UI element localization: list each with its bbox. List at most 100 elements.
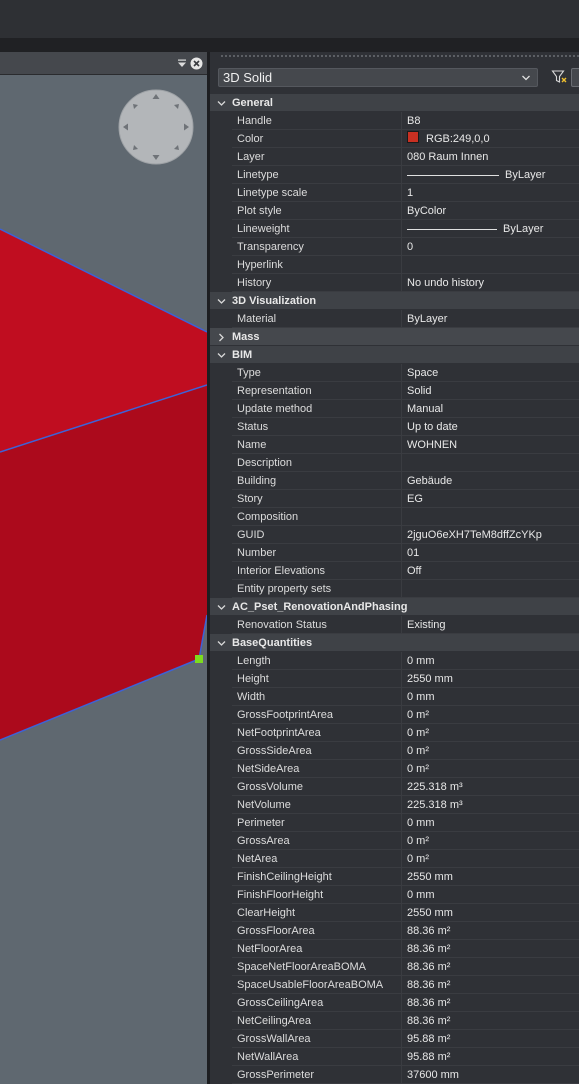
section-3d-visualization[interactable]: 3D Visualization	[210, 292, 579, 310]
property-value[interactable]: 2550 mm	[402, 904, 579, 922]
property-value[interactable]: 225.318 m³	[402, 796, 579, 814]
drawing-viewport[interactable]	[0, 52, 207, 1084]
property-row-material[interactable]: Material ByLayer	[210, 310, 579, 328]
property-row-spaceusablefloorareaboma[interactable]: SpaceUsableFloorAreaBOMA 88.36 m²	[210, 976, 579, 994]
property-value[interactable]: Solid	[402, 382, 579, 400]
property-value[interactable]: EG	[402, 490, 579, 508]
chevron-down-icon[interactable]	[210, 634, 232, 652]
property-row-update-method[interactable]: Update method Manual	[210, 400, 579, 418]
property-row-netsidearea[interactable]: NetSideArea 0 m²	[210, 760, 579, 778]
property-row-layer[interactable]: Layer 080 Raum Innen	[210, 148, 579, 166]
property-value[interactable]: 0 m²	[402, 742, 579, 760]
property-value[interactable]: Up to date	[402, 418, 579, 436]
property-row-color[interactable]: Color RGB:249,0,0	[210, 130, 579, 148]
property-value[interactable]: 88.36 m²	[402, 994, 579, 1012]
property-row-composition[interactable]: Composition	[210, 508, 579, 526]
property-value[interactable]: 080 Raum Innen	[402, 148, 579, 166]
property-value[interactable]: 88.36 m²	[402, 976, 579, 994]
property-value[interactable]: 01	[402, 544, 579, 562]
panel-grip[interactable]	[220, 54, 579, 58]
property-row-netvolume[interactable]: NetVolume 225.318 m³	[210, 796, 579, 814]
filter-icon[interactable]	[551, 69, 567, 85]
property-value[interactable]: No undo history	[402, 274, 579, 292]
viewport-menu-icon[interactable]	[177, 58, 187, 68]
property-value[interactable]: 2550 mm	[402, 670, 579, 688]
property-value[interactable]: 225.318 m³	[402, 778, 579, 796]
property-value[interactable]: Manual	[402, 400, 579, 418]
property-row-netfloorarea[interactable]: NetFloorArea 88.36 m²	[210, 940, 579, 958]
property-row-interior-elevations[interactable]: Interior Elevations Off	[210, 562, 579, 580]
property-row-clearheight[interactable]: ClearHeight 2550 mm	[210, 904, 579, 922]
property-row-linetype[interactable]: Linetype ByLayer	[210, 166, 579, 184]
section-ac-pset-renovationandphasing[interactable]: AC_Pset_RenovationAndPhasing	[210, 598, 579, 616]
property-row-grosssidearea[interactable]: GrossSideArea 0 m²	[210, 742, 579, 760]
property-value[interactable]: 88.36 m²	[402, 922, 579, 940]
property-row-grossvolume[interactable]: GrossVolume 225.318 m³	[210, 778, 579, 796]
property-value[interactable]: 1	[402, 184, 579, 202]
property-row-story[interactable]: Story EG	[210, 490, 579, 508]
property-row-netarea[interactable]: NetArea 0 m²	[210, 850, 579, 868]
property-value[interactable]: 0 mm	[402, 886, 579, 904]
object-type-selector[interactable]: 3D Solid	[218, 68, 538, 87]
property-value[interactable]: 88.36 m²	[402, 940, 579, 958]
property-row-name[interactable]: Name WOHNEN	[210, 436, 579, 454]
property-value[interactable]: RGB:249,0,0	[402, 130, 579, 148]
property-value[interactable]: 0 mm	[402, 688, 579, 706]
property-row-height[interactable]: Height 2550 mm	[210, 670, 579, 688]
property-value[interactable]: 0 mm	[402, 814, 579, 832]
property-row-grossfloorarea[interactable]: GrossFloorArea 88.36 m²	[210, 922, 579, 940]
property-row-grosswallarea[interactable]: GrossWallArea 95.88 m²	[210, 1030, 579, 1048]
property-value[interactable]: 37600 mm	[402, 1066, 579, 1084]
property-value[interactable]	[402, 508, 579, 526]
property-row-spacenetfloorareaboma[interactable]: SpaceNetFloorAreaBOMA 88.36 m²	[210, 958, 579, 976]
property-row-perimeter[interactable]: Perimeter 0 mm	[210, 814, 579, 832]
property-value[interactable]: WOHNEN	[402, 436, 579, 454]
close-icon[interactable]	[190, 57, 203, 70]
property-value[interactable]	[402, 256, 579, 274]
section-mass[interactable]: Mass	[210, 328, 579, 346]
property-value[interactable]: 0 m²	[402, 850, 579, 868]
property-row-description[interactable]: Description	[210, 454, 579, 472]
property-row-status[interactable]: Status Up to date	[210, 418, 579, 436]
property-value[interactable]	[402, 454, 579, 472]
chevron-down-icon[interactable]	[210, 346, 232, 364]
property-value[interactable]: 95.88 m²	[402, 1030, 579, 1048]
property-row-history[interactable]: History No undo history	[210, 274, 579, 292]
property-row-building[interactable]: Building Gebäude	[210, 472, 579, 490]
property-row-entity-property-sets[interactable]: Entity property sets	[210, 580, 579, 598]
property-value[interactable]: ByLayer	[402, 310, 579, 328]
property-row-plot-style[interactable]: Plot style ByColor	[210, 202, 579, 220]
section-bim[interactable]: BIM	[210, 346, 579, 364]
property-value[interactable]: ByLayer	[402, 220, 579, 238]
property-value[interactable]: 95.88 m²	[402, 1048, 579, 1066]
property-value[interactable]: 2550 mm	[402, 868, 579, 886]
property-row-length[interactable]: Length 0 mm	[210, 652, 579, 670]
property-value[interactable]: ByLayer	[402, 166, 579, 184]
property-row-netfootprintarea[interactable]: NetFootprintArea 0 m²	[210, 724, 579, 742]
property-row-grossarea[interactable]: GrossArea 0 m²	[210, 832, 579, 850]
property-value[interactable]: 0 m²	[402, 724, 579, 742]
property-row-netwallarea[interactable]: NetWallArea 95.88 m²	[210, 1048, 579, 1066]
property-row-handle[interactable]: Handle B8	[210, 112, 579, 130]
chevron-down-icon[interactable]	[210, 292, 232, 310]
property-value[interactable]: 88.36 m²	[402, 1012, 579, 1030]
property-row-grossperimeter[interactable]: GrossPerimeter 37600 mm	[210, 1066, 579, 1084]
property-row-hyperlink[interactable]: Hyperlink	[210, 256, 579, 274]
property-value[interactable]: 88.36 m²	[402, 958, 579, 976]
property-row-lineweight[interactable]: Lineweight ByLayer	[210, 220, 579, 238]
property-row-representation[interactable]: Representation Solid	[210, 382, 579, 400]
property-value[interactable]: 0 m²	[402, 706, 579, 724]
property-row-finishfloorheight[interactable]: FinishFloorHeight 0 mm	[210, 886, 579, 904]
property-row-width[interactable]: Width 0 mm	[210, 688, 579, 706]
quick-select-button[interactable]	[571, 68, 579, 87]
property-row-grossfootprintarea[interactable]: GrossFootprintArea 0 m²	[210, 706, 579, 724]
property-value[interactable]	[402, 580, 579, 598]
viewport-scene[interactable]	[0, 52, 207, 1084]
property-row-guid[interactable]: GUID 2jguO6eXH7TeM8dffZcYKp	[210, 526, 579, 544]
chevron-down-icon[interactable]	[210, 598, 232, 616]
property-value[interactable]: Existing	[402, 616, 579, 634]
property-row-linetype-scale[interactable]: Linetype scale 1	[210, 184, 579, 202]
property-row-number[interactable]: Number 01	[210, 544, 579, 562]
property-row-grossceilingarea[interactable]: GrossCeilingArea 88.36 m²	[210, 994, 579, 1012]
section-general[interactable]: General	[210, 94, 579, 112]
